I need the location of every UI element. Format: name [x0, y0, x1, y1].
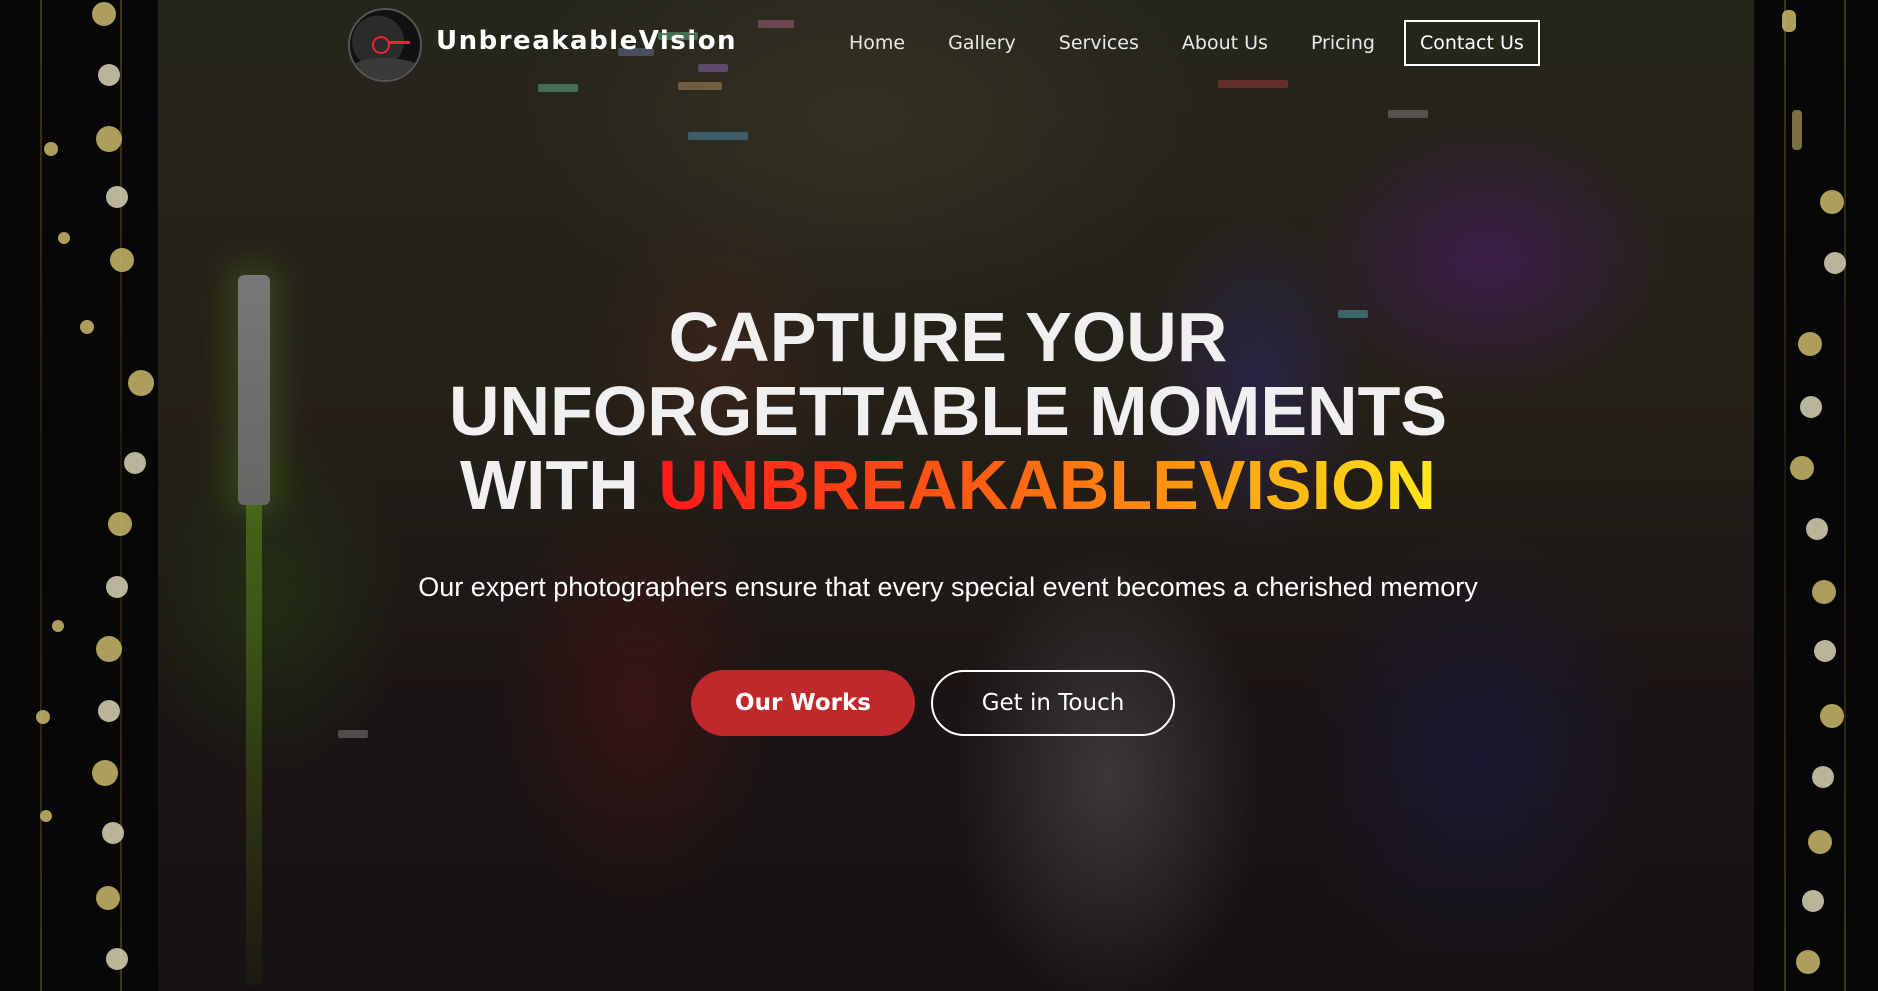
- headline-prefix: WITH: [459, 446, 639, 524]
- headline-brand-highlight: UNBREAKABLEVISION: [658, 446, 1437, 524]
- get-in-touch-button[interactable]: Get in Touch: [931, 670, 1175, 736]
- photographer-avatar-icon[interactable]: [348, 8, 422, 82]
- hero-headline: CAPTURE YOUR UNFORGETTABLE MOMENTS WITH …: [158, 300, 1738, 522]
- nav-contact-button[interactable]: Contact Us: [1403, 20, 1540, 66]
- left-decorative-border: [0, 0, 158, 991]
- top-navbar: UnbreakableVision Home Gallery Services …: [0, 0, 1878, 86]
- nav-pricing-link[interactable]: Pricing: [1311, 22, 1375, 64]
- nav-home-link[interactable]: Home: [849, 22, 905, 64]
- headline-line-1: CAPTURE YOUR: [668, 298, 1228, 376]
- brand-name[interactable]: UnbreakableVision: [436, 26, 737, 56]
- nav-links: Home Gallery Services About Us Pricing C…: [849, 20, 1540, 66]
- nav-gallery-link[interactable]: Gallery: [948, 22, 1016, 64]
- headline-line-3: WITH UNBREAKABLEVISION: [158, 448, 1738, 522]
- headline-line-2: UNFORGETTABLE MOMENTS: [448, 372, 1448, 450]
- nav-services-link[interactable]: Services: [1059, 22, 1139, 64]
- right-decorative-border: [1754, 0, 1878, 991]
- hero-subheadline: Our expert photographers ensure that eve…: [418, 572, 1478, 602]
- our-works-button[interactable]: Our Works: [691, 670, 915, 736]
- nav-about-link[interactable]: About Us: [1182, 22, 1268, 64]
- hero-actions: Our Works Get in Touch: [0, 670, 1872, 736]
